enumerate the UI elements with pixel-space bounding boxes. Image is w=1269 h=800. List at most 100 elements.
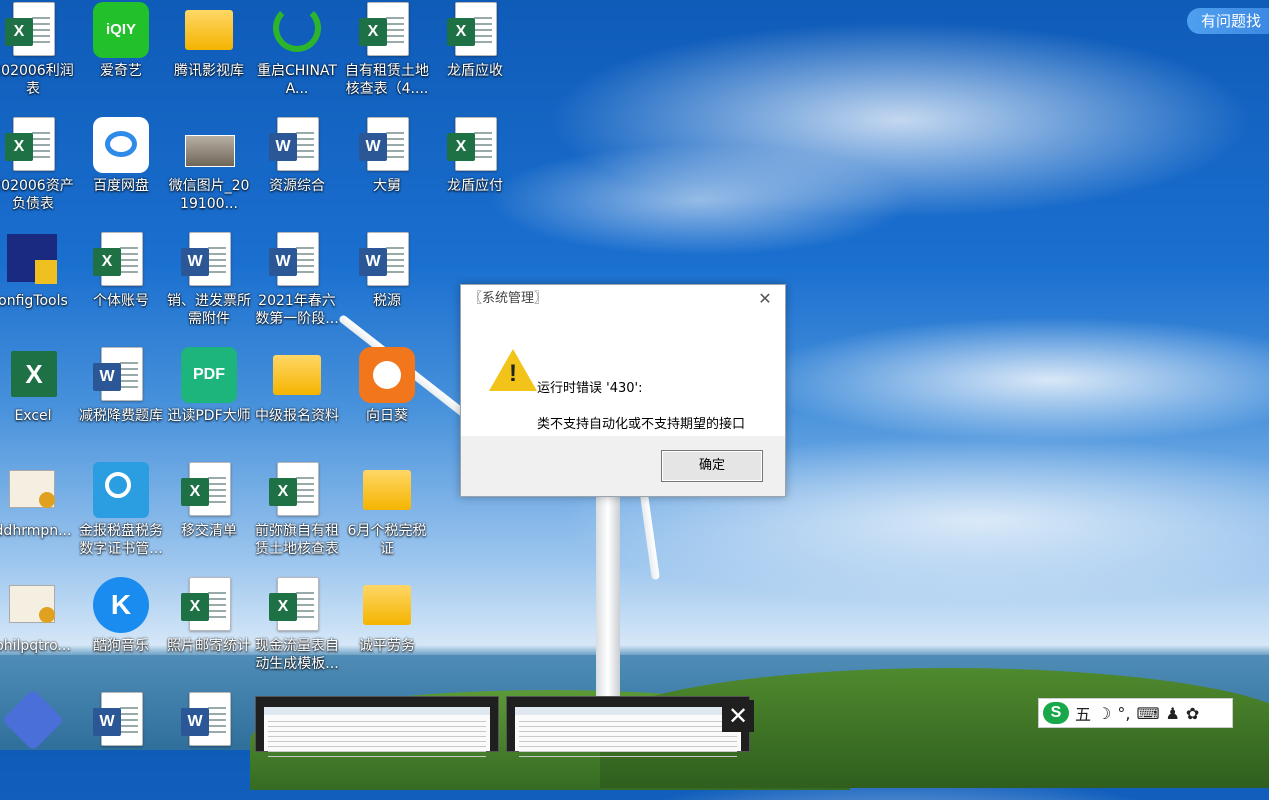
photo-icon [181, 117, 237, 173]
user-icon[interactable]: ♟ [1166, 704, 1180, 723]
baidu-netdisk-icon [93, 117, 149, 173]
excel-file-icon: X [5, 2, 61, 58]
keyboard-icon[interactable]: ⌨ [1136, 704, 1159, 723]
desktop-icon[interactable]: X 移交清单 [166, 460, 252, 570]
desktop-icon[interactable]: X 龙盾应收 [432, 0, 518, 110]
word-file-icon: W [269, 232, 325, 288]
window-preview[interactable] [255, 696, 499, 757]
desktop-icon-label: 移交清单 [181, 523, 237, 539]
excel-file-icon: X [181, 577, 237, 633]
desktop-icon[interactable]: ddhrmpn... [0, 460, 76, 570]
desktop-icon[interactable]: X Excel [0, 345, 76, 455]
desktop-icon-label: 202006资产负债表 [0, 178, 74, 212]
kugou-icon: K [93, 577, 149, 633]
desktop-icon[interactable]: iQIY 爱奇艺 [78, 0, 164, 110]
desktop-icon[interactable]: 6月个税完税证 [344, 460, 430, 570]
desktop-icon-label: 酷狗音乐 [93, 638, 149, 654]
help-button[interactable]: 有问题找 [1186, 8, 1269, 34]
desktop-icon-label: onfigTools [0, 293, 68, 309]
desktop-icon[interactable]: 金报税盘税务数字证书管... [78, 460, 164, 570]
desktop-icon-label: 龙盾应收 [447, 63, 503, 79]
desktop-icon-label: 龙盾应付 [447, 178, 503, 194]
desktop-icon-label: 销、进发票所需附件 [167, 293, 251, 327]
desktop-icon[interactable]: X 自有租赁土地核查表（4.... [344, 0, 430, 110]
error-dialog: 〖系统管理〗 ✕ ! 运行时错误 '430': 类不支持自动化或不支持期望的接口… [460, 284, 786, 497]
desktop-icon-label: 前弥旗自有租赁土地核查表 [255, 523, 339, 557]
ok-button[interactable]: 确定 [661, 450, 763, 482]
close-icon[interactable]: ✕ [722, 700, 754, 732]
error-message-detail: 类不支持自动化或不支持期望的接口 [537, 417, 746, 432]
pdf-icon: PDF [181, 347, 237, 403]
dialog-footer: 确定 [461, 436, 785, 496]
warning-mark: ! [509, 360, 517, 387]
desktop-icon-label: 向日葵 [366, 408, 408, 424]
folder-icon [359, 577, 415, 633]
desktop-icon[interactable]: X 202006利润表 [0, 0, 76, 110]
excel-file-icon: X [269, 462, 325, 518]
close-icon[interactable]: ✕ [755, 289, 775, 309]
apps-icon[interactable]: ✿ [1186, 704, 1199, 723]
desktop-icon-label: 迅读PDF大师 [167, 408, 251, 424]
folder-icon [269, 347, 325, 403]
desktop-icon[interactable]: 重启CHINATA... [254, 0, 340, 110]
desktop-icon[interactable]: K 酷狗音乐 [78, 575, 164, 685]
desktop-icon[interactable]: 中级报名资料 [254, 345, 340, 455]
excel-file-icon: X [181, 462, 237, 518]
word-file-icon: W [93, 347, 149, 403]
desktop-icon-label: 金报税盘税务数字证书管... [79, 523, 163, 557]
desktop-icon[interactable]: W 税源 [344, 230, 430, 340]
excel-file-icon: X [447, 117, 503, 173]
input-mode-toggle[interactable]: 五 [1075, 701, 1091, 725]
desktop-icon[interactable]: 诚平劳务 [344, 575, 430, 685]
desktop-icon[interactable]: W 资源综合 [254, 115, 340, 225]
dialog-title: 〖系统管理〗 [469, 291, 548, 306]
desktop-icon-label: 2021年春六数第一阶段... [255, 293, 339, 327]
desktop-icon[interactable]: onfigTools [0, 230, 76, 340]
desktop-icon[interactable]: ohilpqtro... [0, 575, 76, 685]
desktop-icon[interactable]: 百度网盘 [78, 115, 164, 225]
folder-icon [181, 2, 237, 58]
excel-file-icon: X [447, 2, 503, 58]
desktop-icon-label: 减税降费题库 [79, 408, 163, 424]
desktop-icon[interactable]: X 龙盾应付 [432, 115, 518, 225]
desktop-icon-label: 微信图片_2019100... [168, 178, 250, 212]
desktop-icon-label: 诚平劳务 [359, 638, 415, 654]
desktop-icon-label: 个体账号 [93, 293, 149, 309]
punctuation-toggle[interactable]: °, [1117, 704, 1130, 723]
sunflower-icon [359, 347, 415, 403]
word-file-icon: W [93, 692, 149, 748]
desktop-icon[interactable]: X 现金流量表自动生成模板... [254, 575, 340, 685]
desktop-icon-label: 202006利润表 [0, 63, 74, 97]
error-message-title: 运行时错误 '430': [537, 381, 643, 396]
desktop-icon[interactable] [0, 688, 76, 800]
desktop-icon[interactable]: X 个体账号 [78, 230, 164, 340]
desktop-icon-label: 资源综合 [269, 178, 325, 194]
desktop-icon[interactable]: 向日葵 [344, 345, 430, 455]
preview-thumbnail [264, 707, 490, 757]
excel-file-icon: X [359, 2, 415, 58]
desktop-icon-label: 百度网盘 [93, 178, 149, 194]
desktop-icon[interactable]: W 减税降费题库 [78, 345, 164, 455]
sogou-logo-icon[interactable]: S [1043, 702, 1069, 724]
desktop-icon[interactable]: PDF 迅读PDF大师 [166, 345, 252, 455]
desktop-icon[interactable]: X 前弥旗自有租赁土地核查表 [254, 460, 340, 570]
desktop-icon-label: 照片邮寄统计 [167, 638, 251, 654]
desktop-icon[interactable]: W 销、进发票所需附件 [166, 230, 252, 340]
folder-icon [359, 462, 415, 518]
desktop-icon[interactable]: 腾讯影视库 [166, 0, 252, 110]
desktop-icon[interactable]: W 2021年春六数第一阶段... [254, 230, 340, 340]
desktop-icon[interactable]: W 大舅 [344, 115, 430, 225]
window-preview[interactable] [506, 696, 750, 757]
desktop-icon[interactable]: 微信图片_2019100... [166, 115, 252, 225]
desktop-icon-label: ohilpqtro... [0, 638, 71, 654]
desktop-icon-label: ddhrmpn... [0, 523, 72, 539]
desktop-icon-label: 自有租赁土地核查表（4.... [345, 63, 429, 97]
desktop-icon[interactable]: W [166, 690, 252, 800]
desktop-icon[interactable]: W [78, 690, 164, 800]
desktop-icon[interactable]: X 202006资产负债表 [0, 115, 76, 225]
certificate-icon [5, 577, 61, 633]
desktop-icon-label: 大舅 [373, 178, 401, 194]
moon-icon[interactable]: ☽ [1097, 704, 1111, 723]
desktop-icon[interactable]: X 照片邮寄统计 [166, 575, 252, 685]
desktop-icon-label: 腾讯影视库 [174, 63, 244, 79]
